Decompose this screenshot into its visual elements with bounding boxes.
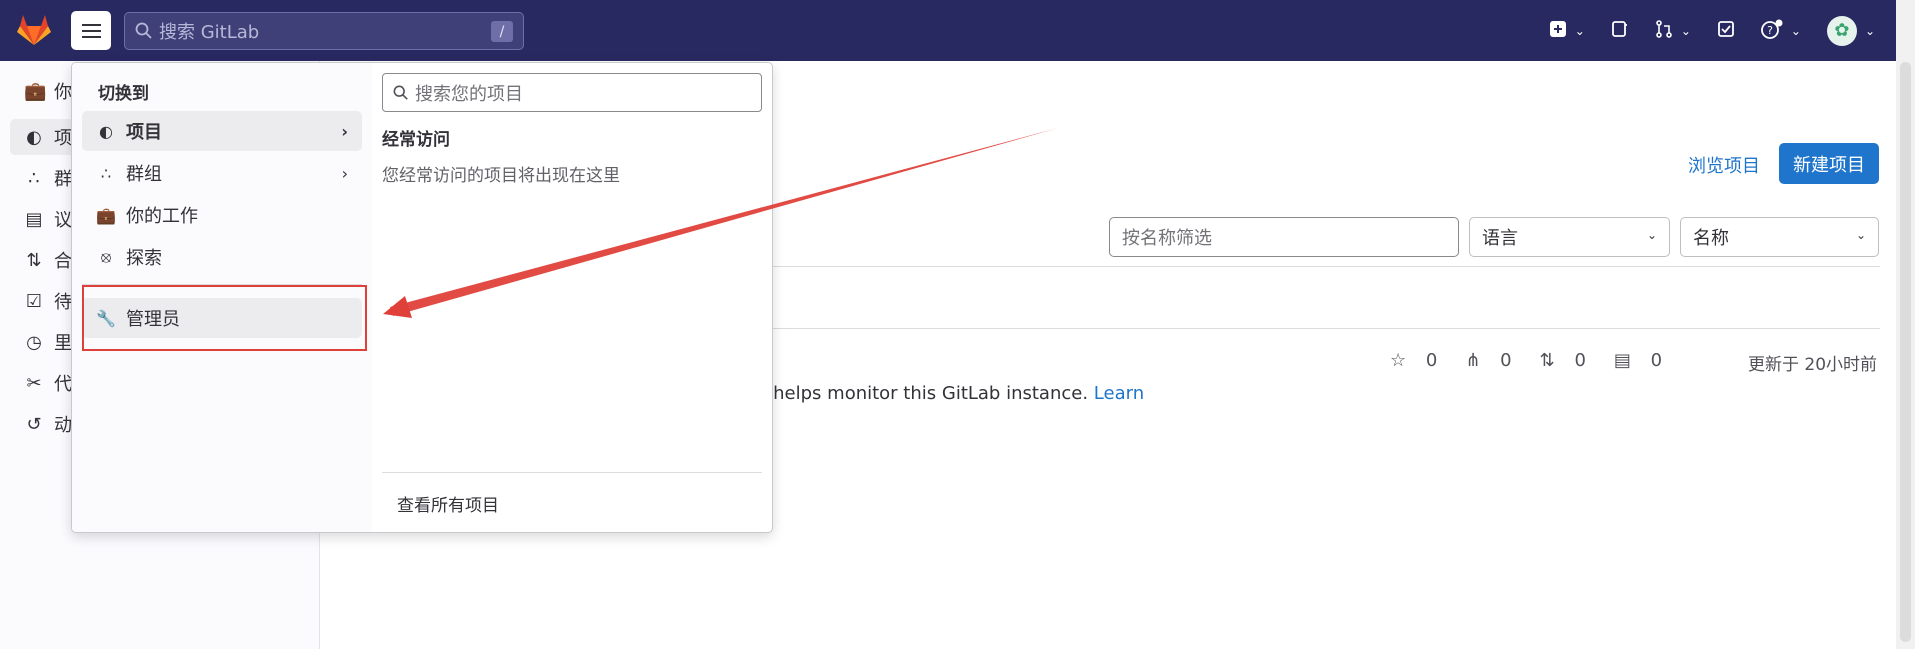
scrollbar-thumb[interactable] xyxy=(1900,62,1911,642)
scrollbar[interactable] xyxy=(1896,0,1915,649)
annotation-arrow xyxy=(383,128,1058,318)
